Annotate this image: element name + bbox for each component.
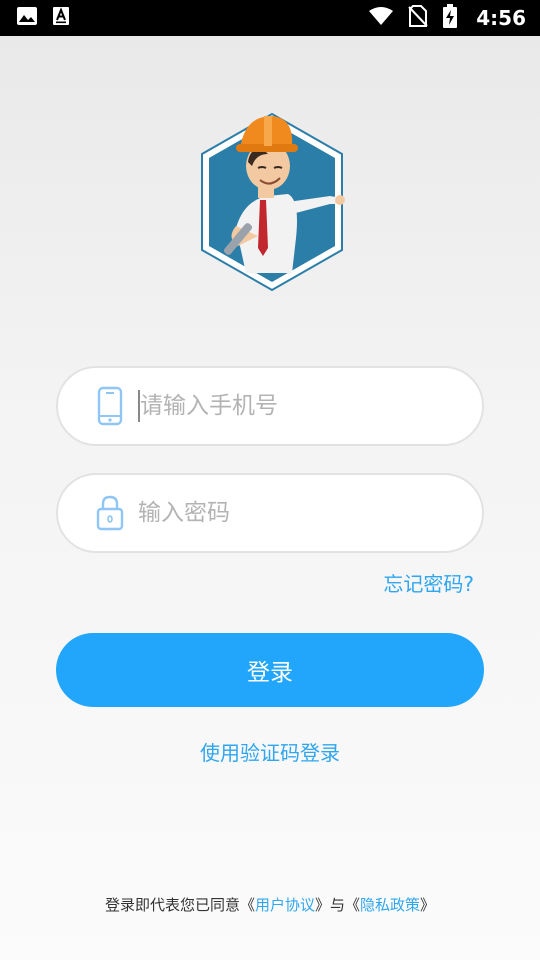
status-left [16,6,70,30]
agreement-quote-close-2: 》 [420,896,436,914]
agreement-quote-open-2: 《 [345,896,361,914]
lock-icon [92,493,128,533]
a-icon [52,6,70,30]
agreement-prefix: 登录即代表您已同意 [104,896,240,914]
agreement-text: 登录即代表您已同意《用户协议》与《隐私政策》 [0,894,540,915]
image-icon [16,6,38,30]
app-logo [196,108,348,294]
agreement-quote-close-1: 》 [314,896,330,914]
agreement-conjunction: 与 [330,896,346,914]
password-input[interactable] [138,500,458,526]
phone-input[interactable] [140,393,460,419]
user-agreement-link[interactable]: 用户协议 [255,896,315,914]
wifi-icon [368,6,394,30]
status-time: 4:56 [476,6,526,30]
no-sim-icon [408,5,428,31]
login-button[interactable]: 登录 [56,633,484,707]
agreement-quote-open-1: 《 [239,896,255,914]
status-bar: 4:56 [0,0,540,36]
phone-field[interactable] [56,366,484,446]
forgot-password-link[interactable]: 忘记密码? [383,568,474,597]
password-field[interactable] [56,473,484,553]
phone-icon [92,386,128,426]
code-login-link[interactable]: 使用验证码登录 [0,737,540,766]
battery-charging-icon [442,4,458,32]
status-right: 4:56 [368,4,526,32]
privacy-policy-link[interactable]: 隐私政策 [360,896,420,914]
